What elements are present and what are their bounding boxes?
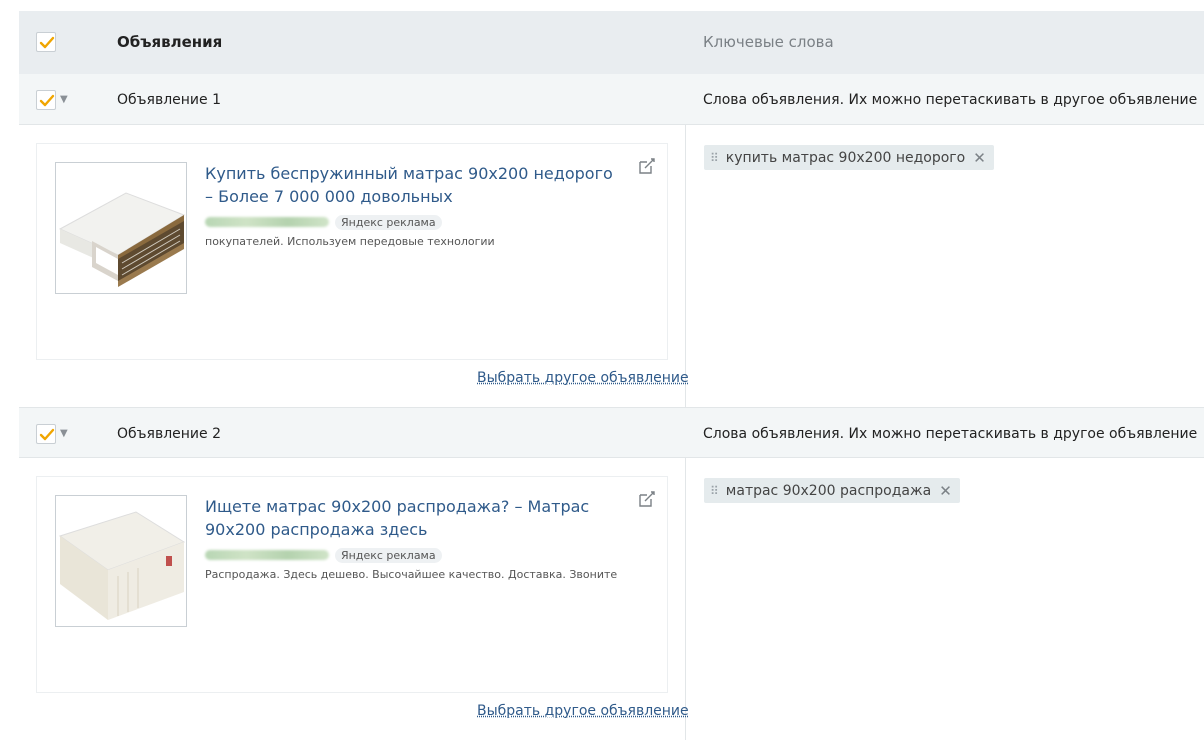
spring-mattress-icon	[55, 162, 187, 294]
ad-row-body: Купить беспружинный матрас 90х200 недоро…	[19, 125, 1204, 407]
ad-url-row: Яндекс реклама	[205, 213, 442, 231]
keywords-hint: Слова объявления. Их можно перетаскивать…	[703, 426, 1198, 442]
table-header: Объявления Ключевые слова	[19, 11, 1204, 74]
ad-preview-card: Купить беспружинный матрас 90х200 недоро…	[36, 143, 668, 360]
caret-down-icon[interactable]: ▼	[60, 94, 68, 105]
caret-down-icon[interactable]: ▼	[60, 428, 68, 439]
choose-another-ad-link[interactable]: Выбрать другое объявление	[477, 370, 689, 386]
ad-preview-card: Ищете матрас 90х200 распродажа? – Матрас…	[36, 476, 668, 693]
select-all-checkbox[interactable]	[36, 32, 56, 52]
drag-handle-icon[interactable]: ⠿	[710, 151, 719, 165]
check-icon	[39, 36, 55, 49]
keyword-chip[interactable]: ⠿ купить матрас 90х200 недорого ✕	[704, 145, 994, 170]
ad-row-header: ▼ Объявление 1 Слова объявления. Их можн…	[19, 74, 1204, 125]
ad-checkbox[interactable]	[36, 90, 56, 110]
blurred-url	[205, 217, 329, 227]
ad-label: Объявление 2	[117, 426, 222, 442]
check-icon	[39, 428, 55, 441]
ad-text: покупателей. Используем передовые технол…	[205, 235, 495, 248]
drag-handle-icon[interactable]: ⠿	[710, 484, 719, 498]
remove-keyword-icon[interactable]: ✕	[973, 149, 986, 167]
column-divider	[685, 458, 686, 740]
ad-title-link[interactable]: Купить беспружинный матрас 90х200 недоро…	[205, 162, 615, 208]
column-title-ads: Объявления	[117, 33, 223, 51]
ad-text: Распродажа. Здесь дешево. Высочайшее кач…	[205, 568, 618, 581]
keyword-text: купить матрас 90х200 недорого	[725, 149, 966, 166]
ad-label: Объявление 1	[117, 92, 222, 108]
ad-source-badge: Яндекс реклама	[335, 214, 442, 230]
ad-source-badge: Яндекс реклама	[335, 547, 442, 563]
edit-icon[interactable]	[637, 156, 657, 176]
ads-table: Объявления Ключевые слова ▼ Объявление 1…	[19, 11, 1204, 740]
keywords-hint: Слова объявления. Их можно перетаскивать…	[703, 92, 1198, 108]
choose-another-ad-link[interactable]: Выбрать другое объявление	[477, 703, 689, 719]
remove-keyword-icon[interactable]: ✕	[939, 482, 952, 500]
column-title-keywords: Ключевые слова	[703, 33, 834, 51]
column-divider	[685, 125, 686, 407]
ad-checkbox[interactable]	[36, 424, 56, 444]
edit-icon[interactable]	[637, 489, 657, 509]
ad-row-body: Ищете матрас 90х200 распродажа? – Матрас…	[19, 458, 1204, 740]
mattress-icon	[55, 495, 187, 627]
ad-url-row: Яндекс реклама	[205, 546, 442, 564]
keyword-chip[interactable]: ⠿ матрас 90х200 распродажа ✕	[704, 478, 960, 503]
ad-row-header: ▼ Объявление 2 Слова объявления. Их можн…	[19, 407, 1204, 458]
check-icon	[39, 94, 55, 107]
ad-title-link[interactable]: Ищете матрас 90х200 распродажа? – Матрас…	[205, 495, 615, 541]
blurred-url	[205, 550, 329, 560]
keyword-text: матрас 90х200 распродажа	[725, 482, 932, 499]
